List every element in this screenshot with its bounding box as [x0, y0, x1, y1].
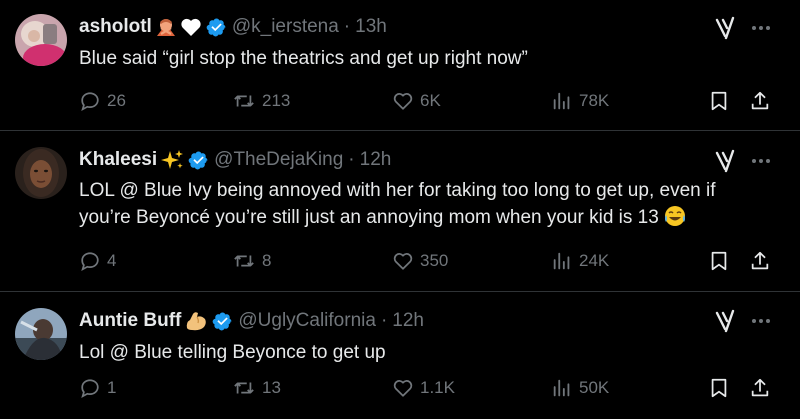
tweet[interactable]: asholotl @k_ierstena · 13h Blue said “gi… — [0, 0, 800, 131]
timestamp[interactable]: 12h — [360, 149, 392, 171]
views-button[interactable]: 24K — [551, 249, 609, 273]
view-count: 78K — [579, 91, 610, 110]
display-name[interactable]: Khaleesi — [79, 149, 157, 171]
like-icon — [393, 93, 413, 110]
avatar[interactable] — [15, 147, 67, 199]
verified-badge-icon — [212, 311, 233, 332]
like-button[interactable]: 6K — [392, 89, 441, 113]
retweet-count: 213 — [262, 91, 291, 110]
tweet-actions: 26 213 6K 78K — [79, 89, 779, 113]
share-icon — [751, 251, 769, 270]
tweet-text: LOL @ Blue Ivy being annoyed with her fo… — [79, 177, 769, 235]
display-name[interactable]: Auntie Buff — [79, 310, 181, 332]
tweet-text-body: LOL @ Blue Ivy being annoyed with her fo… — [79, 180, 716, 228]
bookmark-button[interactable] — [708, 89, 730, 113]
retweet-button[interactable]: 8 — [232, 249, 271, 273]
flexed-biceps-emoji — [184, 310, 208, 332]
tweet-actions: 1 13 1.1K 50K — [79, 376, 779, 400]
like-button[interactable]: 350 — [392, 249, 448, 273]
separator-dot: · — [343, 16, 351, 37]
retweet-icon — [234, 382, 254, 394]
separator-dot: · — [380, 310, 388, 331]
like-count: 6K — [420, 91, 441, 110]
share-button[interactable] — [749, 89, 771, 113]
share-button[interactable] — [749, 376, 771, 400]
bookmark-button[interactable] — [708, 249, 730, 273]
user-handle[interactable]: @TheDejaKing — [214, 149, 343, 171]
like-icon — [393, 380, 413, 397]
share-button[interactable] — [749, 249, 771, 273]
bookmark-icon — [711, 378, 727, 398]
reply-button[interactable]: 1 — [79, 376, 116, 400]
like-icon — [393, 253, 413, 270]
tweet-text: Blue said “girl stop the theatrics and g… — [79, 48, 528, 69]
more-icon[interactable] — [749, 149, 773, 173]
bookmark-button[interactable] — [708, 376, 730, 400]
reply-icon — [81, 92, 99, 111]
share-icon — [751, 378, 769, 397]
verified-badge-icon — [206, 17, 227, 38]
reply-button[interactable]: 26 — [79, 89, 126, 113]
views-icon — [553, 92, 570, 110]
tweet-header: Khaleesi @TheDejaKing · 12h — [79, 148, 391, 172]
retweet-icon — [234, 95, 254, 107]
tweet-header: asholotl @k_ierstena · 13h — [79, 15, 387, 39]
reply-count: 1 — [107, 378, 117, 397]
reply-count: 4 — [107, 251, 117, 270]
tweet-actions: 4 8 350 24K — [79, 249, 779, 273]
sparkles-emoji — [160, 149, 184, 171]
grok-icon[interactable] — [713, 16, 737, 40]
views-button[interactable]: 78K — [551, 89, 609, 113]
person-gesturing-no-emoji — [155, 16, 177, 38]
face-with-tears-of-joy-emoji — [664, 205, 686, 235]
bookmark-icon — [711, 91, 727, 111]
like-count: 350 — [420, 251, 449, 270]
more-icon[interactable] — [749, 309, 773, 333]
user-handle[interactable]: @UglyCalifornia — [238, 310, 376, 332]
tweet-feed: asholotl @k_ierstena · 13h Blue said “gi… — [0, 0, 800, 419]
view-count: 50K — [579, 378, 610, 397]
white-heart-emoji — [180, 17, 202, 37]
like-count: 1.1K — [420, 378, 455, 397]
display-name[interactable]: asholotl — [79, 16, 152, 38]
reply-icon — [81, 252, 99, 271]
views-icon — [553, 252, 570, 270]
retweet-count: 8 — [262, 251, 272, 270]
reply-count: 26 — [107, 91, 126, 110]
avatar[interactable] — [15, 308, 67, 360]
views-button[interactable]: 50K — [551, 376, 609, 400]
tweet[interactable]: Auntie Buff @UglyCalifornia · 12h Lol @ … — [0, 292, 800, 419]
more-icon[interactable] — [749, 16, 773, 40]
timestamp[interactable]: 13h — [355, 16, 387, 38]
bookmark-icon — [711, 251, 727, 271]
view-count: 24K — [579, 251, 610, 270]
retweet-button[interactable]: 213 — [232, 89, 290, 113]
user-handle[interactable]: @k_ierstena — [232, 16, 339, 38]
tweet-text: Lol @ Blue telling Beyonce to get up — [79, 342, 386, 363]
retweet-button[interactable]: 13 — [232, 376, 281, 400]
retweet-count: 13 — [262, 378, 281, 397]
verified-badge-icon — [188, 150, 209, 171]
timestamp[interactable]: 12h — [392, 310, 424, 332]
reply-icon — [81, 379, 99, 398]
separator-dot: · — [348, 149, 355, 170]
grok-icon[interactable] — [713, 149, 737, 173]
views-icon — [553, 379, 570, 397]
tweet-header: Auntie Buff @UglyCalifornia · 12h — [79, 309, 424, 333]
tweet[interactable]: Khaleesi @TheDejaKing · 12h LOL @ Blue I… — [0, 131, 800, 292]
avatar[interactable] — [15, 14, 67, 66]
grok-icon[interactable] — [713, 309, 737, 333]
like-button[interactable]: 1.1K — [392, 376, 455, 400]
retweet-icon — [234, 255, 254, 267]
reply-button[interactable]: 4 — [79, 249, 116, 273]
share-icon — [751, 91, 769, 110]
